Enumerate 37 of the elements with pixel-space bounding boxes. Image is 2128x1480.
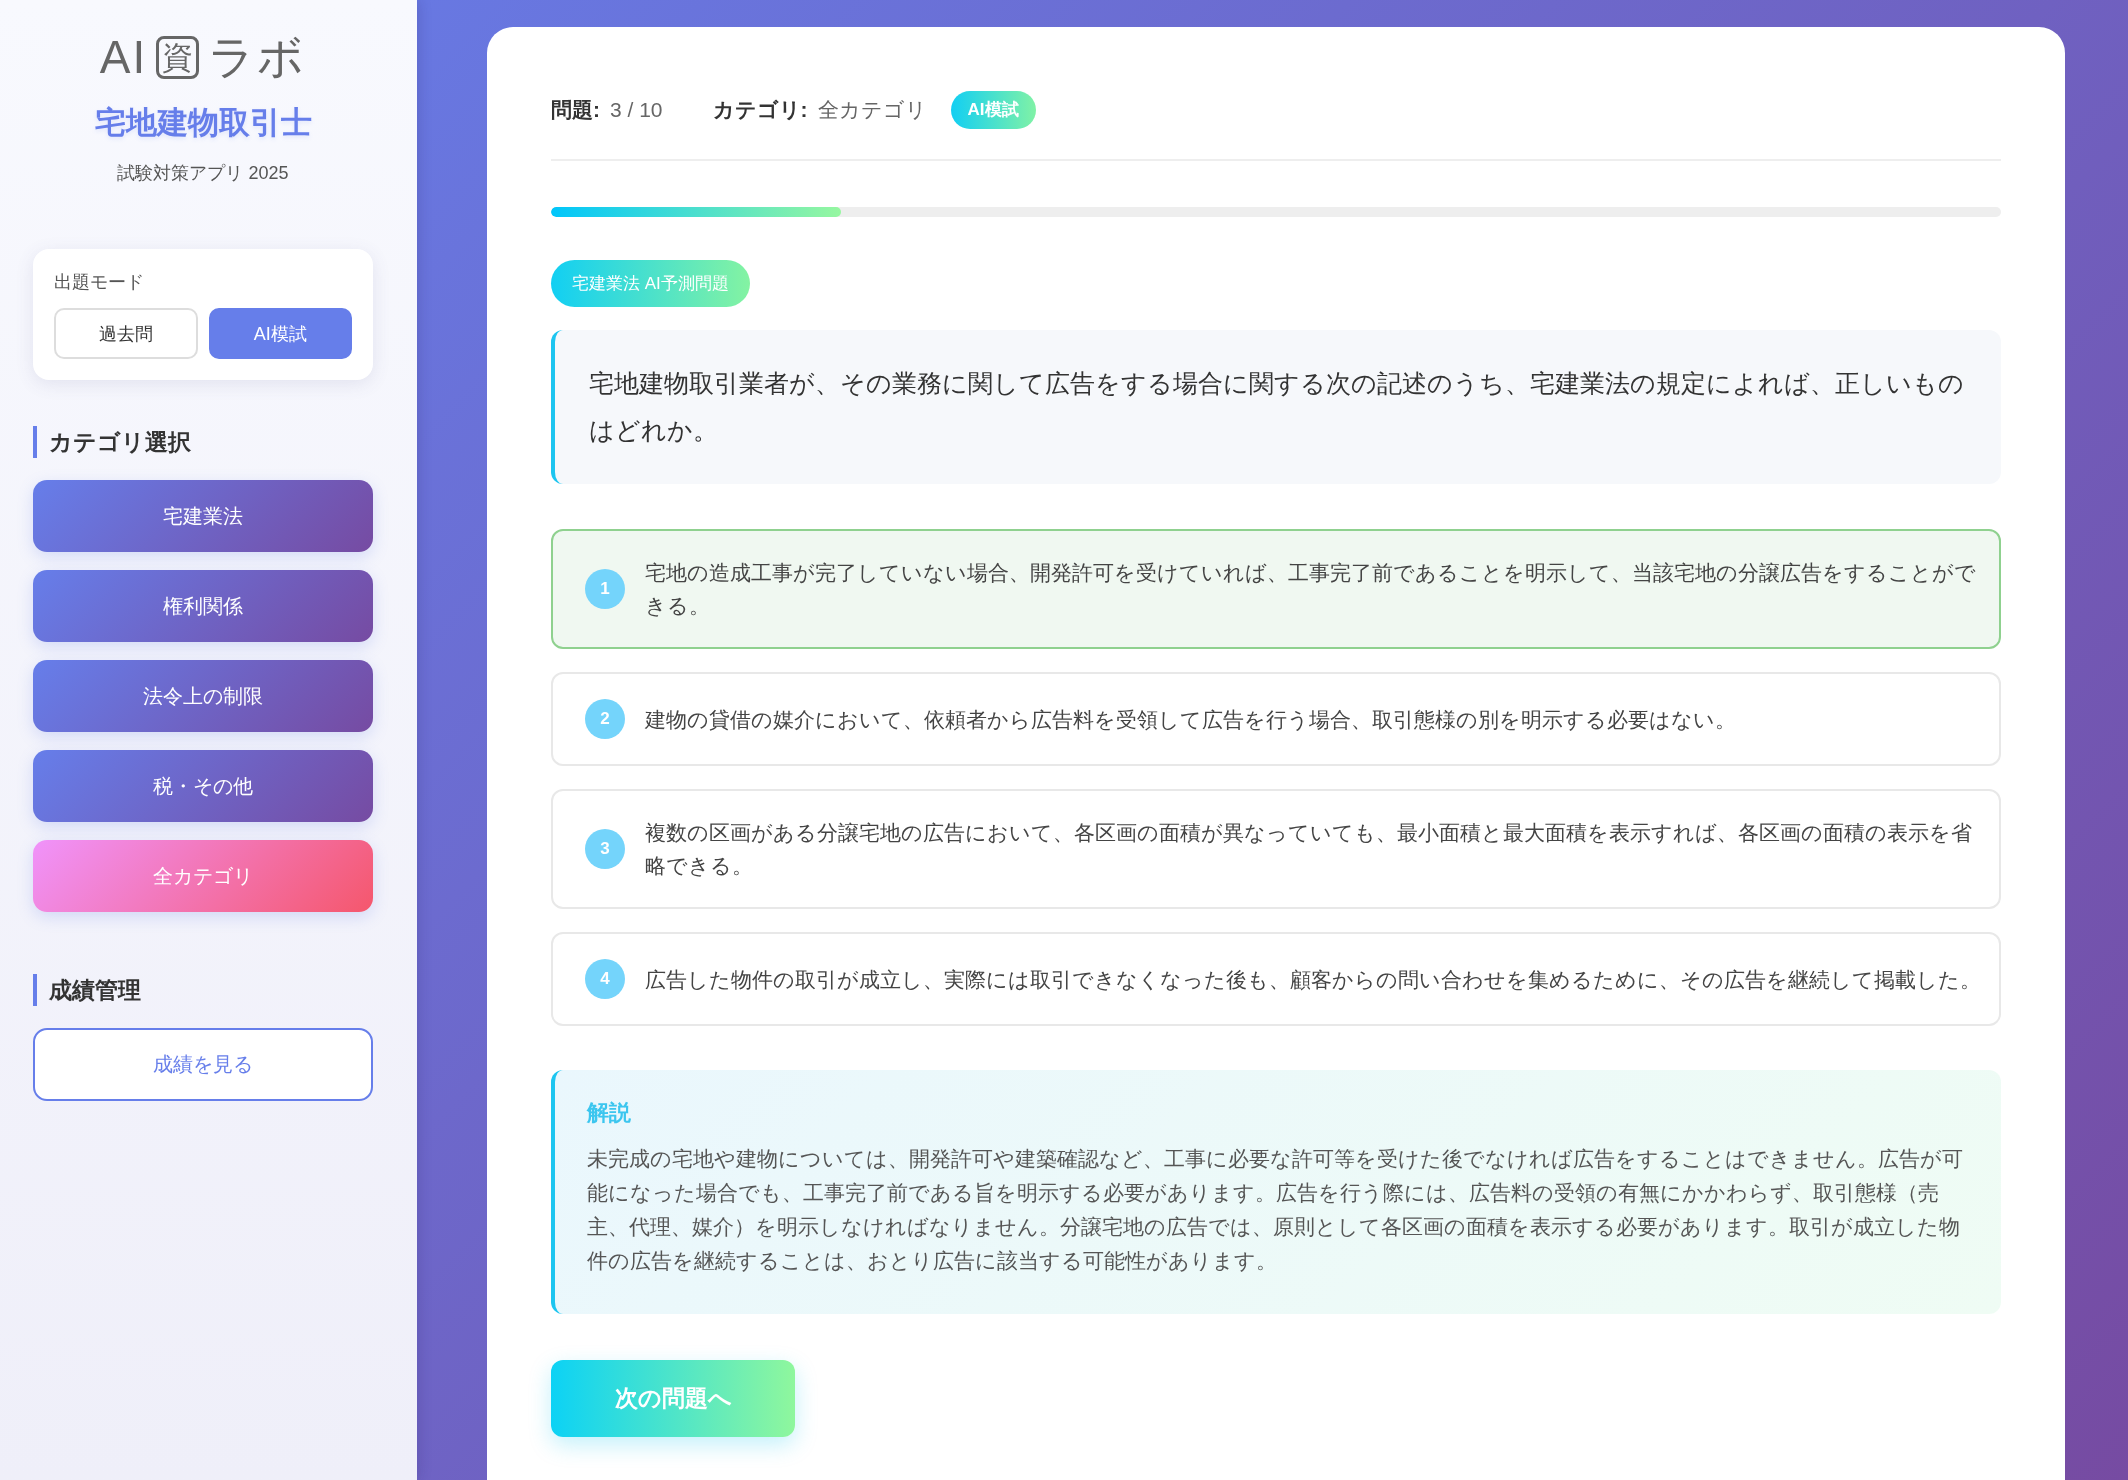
option-text: 広告した物件の取引が成立し、実際には取引できなくなった後も、顧客からの問い合わせを集めるために、その広告を継続して掲載した。 [645,966,1981,993]
logo-mark: 資 [156,35,200,79]
answer-option[interactable]: 2 建物の貸借の媒介において、依頼者から広告料を受領して広告を行う場合、取引態様の別を明示する必要はない。 [551,672,2001,766]
question-counter: 3 / 10 [610,98,663,122]
category-button[interactable]: 宅建業法 [33,480,373,552]
category-button[interactable]: 税・その他 [33,750,373,822]
category-value: 全カテゴリ [817,97,927,123]
option-number: 2 [585,699,625,739]
scores-button[interactable]: 成績を見る [33,1028,373,1101]
question-text: 宅地建物取引業者が、その業務に関して広告をする場合に関する次の記述のうち、宅建業法の規定によれば、正しいものはどれか。 [589,368,1965,446]
section-heading: カテゴリ選択 [33,426,373,458]
logo-text: AI [99,34,148,80]
topic-tag: 宅建業法 AI予測問題 [551,260,750,307]
option-number: 1 [585,569,625,609]
answer-option[interactable]: 4 広告した物件の取引が成立し、実際には取引できなくなった後も、顧客からの問い合わせを集めるために、その広告を継続して掲載した。 [551,932,2001,1026]
logo-text: ラボ [208,34,307,80]
answer-option[interactable]: 3 複数の区画がある分譲宅地の広告において、各区画の面積が異なっていても、最小面積と最大面積を表示すれば、各区画の面積の表示を省略できる。 [551,789,2001,909]
app-title: 宅地建物取引士 [93,104,313,142]
category-label: カテゴリ: [712,97,808,123]
mode-label: 出題モード [54,271,145,294]
option-text: 建物の貸借の媒介において、依頼者から広告料を受領して広告を行う場合、取引態様の別を明示する必要はない。 [645,706,1736,733]
section-heading: 成績管理 [33,974,373,1006]
category-button[interactable]: 全カテゴリ [33,840,373,912]
option-number: 3 [585,829,625,869]
option-text: 複数の区画がある分譲宅地の広告において、各区画の面積が異なっていても、最小面積と最大面積を表示すれば、各区画の面積の表示を省略できる。 [645,820,1973,879]
app-subtitle: 試験対策アプリ 2025 [116,162,290,185]
category-button[interactable]: 権利関係 [33,570,373,642]
explanation-title: 解説 [587,1099,632,1127]
mode-button[interactable]: AI模試 [208,308,352,359]
mode-button[interactable]: 過去問 [54,308,198,359]
option-number: 4 [585,959,625,999]
category-button[interactable]: 法令上の制限 [33,660,373,732]
explanation-text: 未完成の宅地や建物については、開発許可や建築確認など、工事に必要な許可等を受けた後でなければ広告をすることはできません。広告が可能になった場合でも、工事完了前である旨を明示する必要があります。広告を行う際には、広告料の受領の有無にかかわらず、取引態様（売主、代理、媒介）を明示しなければなりません。分譲宅地の広告では、原則として各区画の面積を表示する必要があります。取引が成立した物件の広告を継続することは、おとり広告に該当する可能性があります。 [587,1146,1964,1274]
mode-badge: AI模試 [950,91,1036,129]
option-text: 宅地の造成工事が完了していない場合、開発許可を受けていれば、工事完了前であることを明示して、当該宅地の分譲広告をすることができる。 [645,560,1977,619]
question-counter-label: 問題: [551,97,600,123]
answer-option[interactable]: 1 宅地の造成工事が完了していない場合、開発許可を受けていれば、工事完了前であることを明示して、当該宅地の分譲広告をすることができる。 [551,529,2001,649]
